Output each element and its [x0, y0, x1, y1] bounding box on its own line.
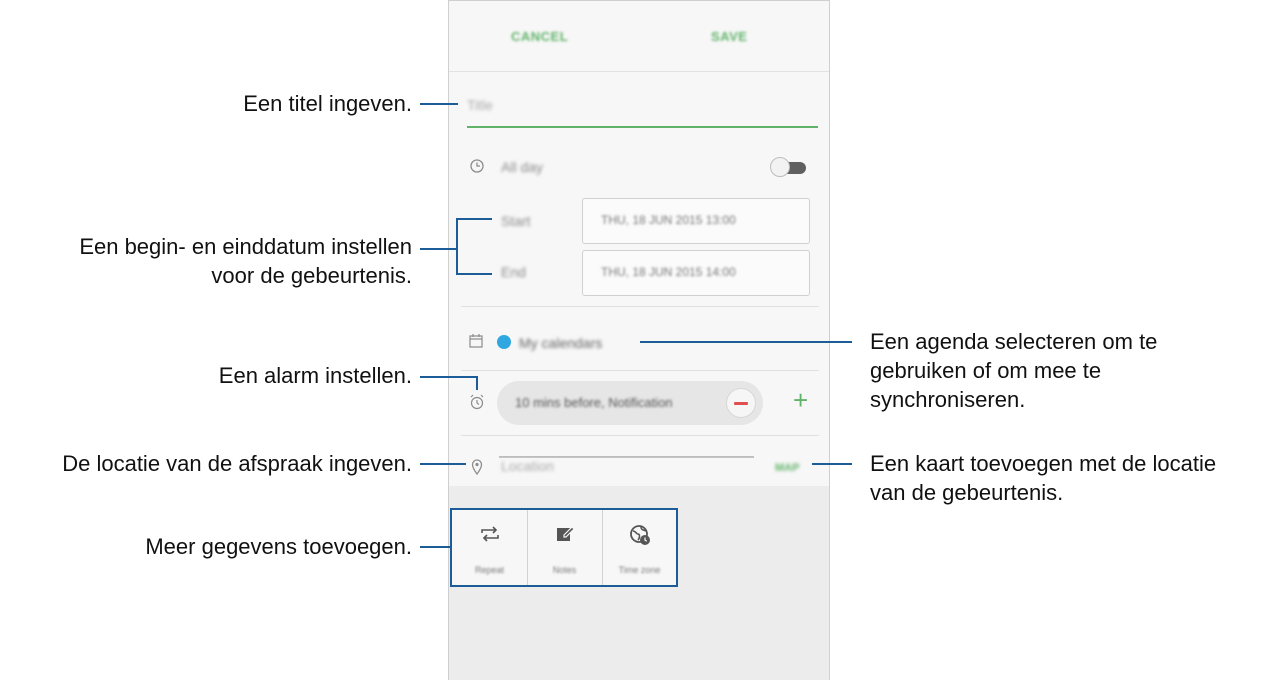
callout-dates-line1: Een begin- en einddatum instellen — [79, 234, 412, 259]
callout-line-map — [812, 463, 852, 465]
map-button[interactable]: MAP — [775, 462, 799, 474]
clock-icon — [469, 158, 485, 177]
start-date-field[interactable]: THU, 18 JUN 2015 13:00 — [582, 198, 810, 244]
callout-line-alarm-drop — [476, 376, 478, 390]
location-pin-icon — [471, 459, 483, 478]
callout-calendar-line2: gebruiken of om mee te — [870, 358, 1102, 383]
callout-calendar-line1: Een agenda selecteren om te — [870, 329, 1158, 354]
alarm-icon — [469, 394, 485, 413]
callout-calendar-line3: synchroniseren. — [870, 387, 1026, 412]
callout-dates-line2: voor de gebeurtenis. — [211, 263, 412, 288]
divider — [461, 370, 819, 371]
callout-location: De locatie van de afspraak ingeven. — [62, 451, 412, 476]
callout-line-dates — [420, 248, 458, 250]
callout-title: Een titel ingeven. — [243, 91, 412, 116]
cancel-button[interactable]: CANCEL — [511, 29, 568, 44]
repeat-button[interactable]: Repeat — [452, 510, 528, 585]
end-date-value: THU, 18 JUN 2015 14:00 — [601, 265, 736, 279]
notes-button[interactable]: Notes — [527, 510, 603, 585]
all-day-toggle[interactable] — [770, 156, 808, 178]
end-label: End — [501, 264, 526, 280]
edit-note-icon — [527, 524, 602, 549]
callout-line-alarm — [420, 376, 478, 378]
callout-dates: Een begin- en einddatum instellen voor d… — [0, 232, 412, 290]
callout-map-line2: van de gebeurtenis. — [870, 480, 1064, 505]
alarm-chip[interactable]: 10 mins before, Notification — [497, 381, 763, 425]
title-underline — [467, 126, 818, 128]
location-underline — [499, 457, 754, 458]
remove-alarm-button[interactable] — [726, 388, 756, 418]
time-zone-icon — [602, 524, 677, 551]
alarm-value: 10 mins before, Notification — [515, 395, 673, 410]
calendar-selector[interactable]: My calendars — [519, 335, 602, 351]
callout-more: Meer gegevens toevoegen. — [145, 534, 412, 559]
add-alarm-button[interactable]: + — [793, 387, 808, 413]
callout-line-calendar — [640, 341, 852, 343]
start-label: Start — [501, 213, 531, 229]
callout-line-title — [420, 103, 458, 105]
save-button[interactable]: SAVE — [711, 29, 747, 44]
notes-label: Notes — [552, 565, 577, 575]
callout-bracket-bottom — [456, 273, 492, 275]
time-zone-label: Time zone — [618, 565, 661, 575]
callout-alarm: Een alarm instellen. — [218, 363, 412, 388]
location-input[interactable]: Location — [501, 458, 554, 474]
more-options-panel: Repeat Notes Time zone — [450, 508, 678, 587]
callout-map-line1: Een kaart toevoegen met de locatie — [870, 451, 1217, 476]
divider — [461, 306, 819, 307]
callout-line-more — [420, 546, 452, 548]
callout-line-location — [420, 463, 466, 465]
all-day-label: All day — [501, 159, 544, 175]
repeat-icon — [452, 524, 527, 549]
repeat-label: Repeat — [474, 565, 505, 575]
start-date-value: THU, 18 JUN 2015 13:00 — [601, 213, 736, 227]
title-input[interactable]: Title — [467, 97, 493, 113]
callout-bracket-top — [456, 218, 492, 220]
end-date-field[interactable]: THU, 18 JUN 2015 14:00 — [582, 250, 810, 296]
calendar-color-dot — [497, 335, 511, 349]
callout-map: Een kaart toevoegen met de locatie van d… — [870, 449, 1284, 507]
divider — [461, 435, 819, 436]
time-zone-button[interactable]: Time zone — [602, 510, 677, 585]
calendar-icon — [469, 334, 483, 351]
callout-calendar: Een agenda selecteren om te gebruiken of… — [870, 327, 1280, 414]
action-bar: CANCEL SAVE — [449, 1, 829, 72]
callout-bracket-dates — [456, 218, 458, 275]
